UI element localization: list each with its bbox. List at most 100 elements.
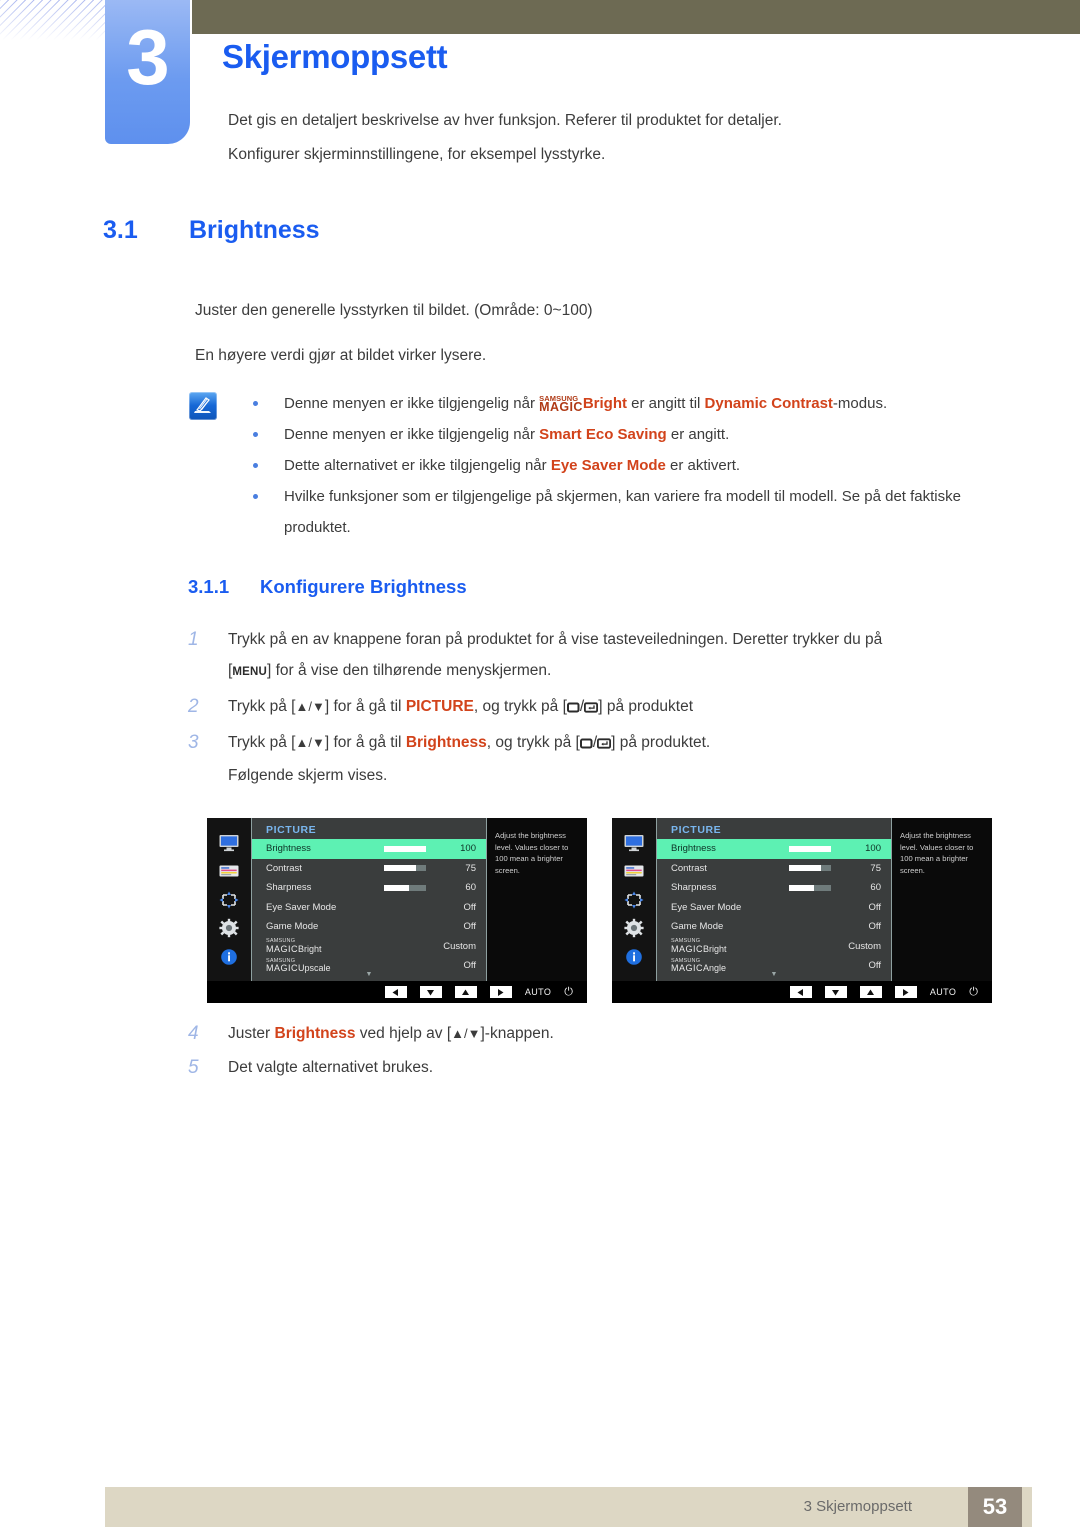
osd-menu-panel: PICTURE Brightness 100 Contrast 75 Sharp… <box>251 818 487 981</box>
note-bullet-item: Hvilke funksjoner som er tilgjengelige p… <box>245 481 990 543</box>
arrow-down-icon[interactable] <box>419 986 442 998</box>
osd-row-magic-bright[interactable]: SAMSUNG MAGIC Bright Custom <box>252 937 486 957</box>
osd-row-value: Off <box>868 901 882 913</box>
osd-row-slider[interactable] <box>789 884 831 891</box>
osd-magic-suffix: Upscale <box>298 963 331 973</box>
osd-row-label: Game Mode <box>671 921 724 933</box>
note-bullet-item: Dette alternativet er ikke tilgjengelig … <box>245 450 990 481</box>
arrow-right-icon[interactable] <box>489 986 512 998</box>
note-bullet-pre: Hvilke funksjoner som er tilgjengelige p… <box>284 488 961 536</box>
scroll-down-caret-icon[interactable]: ▼ <box>366 971 373 978</box>
four-arrows-icon[interactable] <box>218 890 240 910</box>
monitor-icon[interactable] <box>218 833 240 853</box>
step-subtext: Følgende skjerm vises. <box>228 767 388 784</box>
subsection-heading: 3.1.1 Konfigurere Brightness <box>188 576 467 598</box>
osd-row-value: 75 <box>465 862 476 874</box>
info-icon[interactable] <box>623 947 645 967</box>
osd-row-game-mode[interactable]: Game Mode Off <box>657 917 891 937</box>
arrow-up-icon[interactable] <box>859 986 882 998</box>
osd-row-contrast[interactable]: Contrast 75 <box>657 859 891 879</box>
step-number: 3 <box>188 732 199 753</box>
four-arrows-icon[interactable] <box>623 890 645 910</box>
step-number: 5 <box>188 1057 199 1078</box>
power-icon[interactable]: ⏻ <box>564 986 573 998</box>
monitor-icon[interactable] <box>623 833 645 853</box>
scroll-down-caret-icon[interactable]: ▼ <box>771 971 778 978</box>
step-text-pre: Trykk på [ <box>228 698 296 715</box>
osd-row-slider[interactable] <box>789 865 831 872</box>
osd-row-brightness[interactable]: Brightness 100 <box>657 839 891 859</box>
auto-button-label[interactable]: AUTO <box>930 987 956 997</box>
osd-row-value: 60 <box>465 882 476 894</box>
osd-row-brightness[interactable]: Brightness 100 <box>252 839 486 859</box>
step-text-continued: [MENU] for å vise den tilhørende menyskj… <box>228 662 552 679</box>
note-pencil-icon <box>189 392 217 420</box>
color-panel-icon[interactable] <box>623 861 645 881</box>
osd-row-slider[interactable] <box>384 845 426 852</box>
page-footer-bar: 3 Skjermoppsett 53 <box>105 1487 1032 1527</box>
osd-row-slider[interactable] <box>384 865 426 872</box>
osd-help-text: Adjust the brightness level. Values clos… <box>892 818 992 981</box>
osd-row-slider[interactable] <box>384 884 426 891</box>
chapter-number-block: 3 <box>105 0 190 144</box>
step-target-label: PICTURE <box>405 698 474 715</box>
auto-button-label[interactable]: AUTO <box>525 987 551 997</box>
step-item: 1 Trykk på en av knappene foran på produ… <box>188 624 988 688</box>
samsung-magic-bottom: MAGIC <box>671 963 704 973</box>
osd-row-sharpness[interactable]: Sharpness 60 <box>252 878 486 898</box>
section-heading: 3.1 Brightness <box>103 216 320 245</box>
menu-key-label: MENU <box>232 666 267 678</box>
osd-help-text: Adjust the brightness level. Values clos… <box>487 818 587 981</box>
power-icon[interactable]: ⏻ <box>969 986 978 998</box>
osd-row-value: 75 <box>870 862 881 874</box>
step-item: 5 Det valgte alternativet brukes. <box>188 1052 988 1083</box>
osd-menu-title: PICTURE <box>266 824 317 836</box>
arrow-down-icon[interactable] <box>824 986 847 998</box>
note-bullet-item: Denne menyen er ikke tilgjengelig når SA… <box>245 388 990 419</box>
step-text-pre: Juster <box>228 1025 275 1042</box>
osd-menu-title: PICTURE <box>671 824 722 836</box>
samsung-magic-lockup: SAMSUNG MAGIC <box>671 938 703 954</box>
chapter-title: Skjermoppsett <box>222 38 448 75</box>
step-text-mid: ] for å gå til <box>324 734 406 751</box>
step-item: 2 Trykk på [▲/▼] for å gå til PICTURE, o… <box>188 691 988 724</box>
osd-row-label: SAMSUNG MAGIC Bright <box>266 938 384 954</box>
osd-row-value: Off <box>868 921 882 933</box>
arrow-right-icon[interactable] <box>894 986 917 998</box>
note-bullet-pre: Dette alternativet er ikke tilgjengelig … <box>284 457 551 474</box>
osd-row-game-mode[interactable]: Game Mode Off <box>252 917 486 937</box>
osd-magic-suffix: Bright <box>298 943 322 954</box>
osd-row-magic-bright[interactable]: SAMSUNG MAGIC Bright Custom <box>657 937 891 957</box>
chapter-intro: Det gis en detaljert beskrivelse av hver… <box>228 104 988 172</box>
osd-body: PICTURE Brightness 100 Contrast 75 Sharp… <box>612 818 992 981</box>
osd-row-eye-saver-mode[interactable]: Eye Saver Mode Off <box>657 898 891 918</box>
osd-row-label: Brightness <box>671 843 716 855</box>
info-icon[interactable] <box>218 947 240 967</box>
gear-icon[interactable] <box>218 918 240 938</box>
color-panel-icon[interactable] <box>218 861 240 881</box>
osd-row-value: 100 <box>865 843 881 855</box>
note-bullet-pre: Denne menyen er ikke tilgjengelig når <box>284 395 540 412</box>
step-text-mid: ved hjelp av [ <box>355 1025 452 1042</box>
osd-row-contrast[interactable]: Contrast 75 <box>252 859 486 879</box>
osd-row-slider[interactable] <box>789 845 831 852</box>
arrow-up-icon[interactable] <box>454 986 477 998</box>
arrow-left-icon[interactable] <box>789 986 812 998</box>
osd-row-value: 100 <box>460 843 476 855</box>
gear-icon[interactable] <box>623 918 645 938</box>
osd-icon-rail <box>207 818 251 981</box>
osd-row-label: Eye Saver Mode <box>671 901 742 913</box>
note-bullet-item: Denne menyen er ikke tilgjengelig når Sm… <box>245 419 990 450</box>
samsung-magic-lockup: SAMSUNG MAGIC <box>266 958 299 974</box>
osd-row-label: Contrast <box>671 862 707 874</box>
osd-row-sharpness[interactable]: Sharpness 60 <box>657 878 891 898</box>
samsung-magic-lockup: SAMSUNG MAGIC <box>671 958 704 974</box>
section-paragraph-2: En høyere verdi gjør at bildet virker ly… <box>195 347 487 364</box>
note-bullet-highlight: Smart Eco Saving <box>539 426 667 443</box>
samsung-magic-bottom: MAGIC <box>266 963 299 973</box>
osd-row-eye-saver-mode[interactable]: Eye Saver Mode Off <box>252 898 486 918</box>
osd-row-value: Off <box>463 901 477 913</box>
osd-row-label: SAMSUNG MAGIC Bright <box>671 938 789 954</box>
osd-screenshot-picture-menu-b: PICTURE Brightness 100 Contrast 75 Sharp… <box>612 818 992 1003</box>
arrow-left-icon[interactable] <box>384 986 407 998</box>
